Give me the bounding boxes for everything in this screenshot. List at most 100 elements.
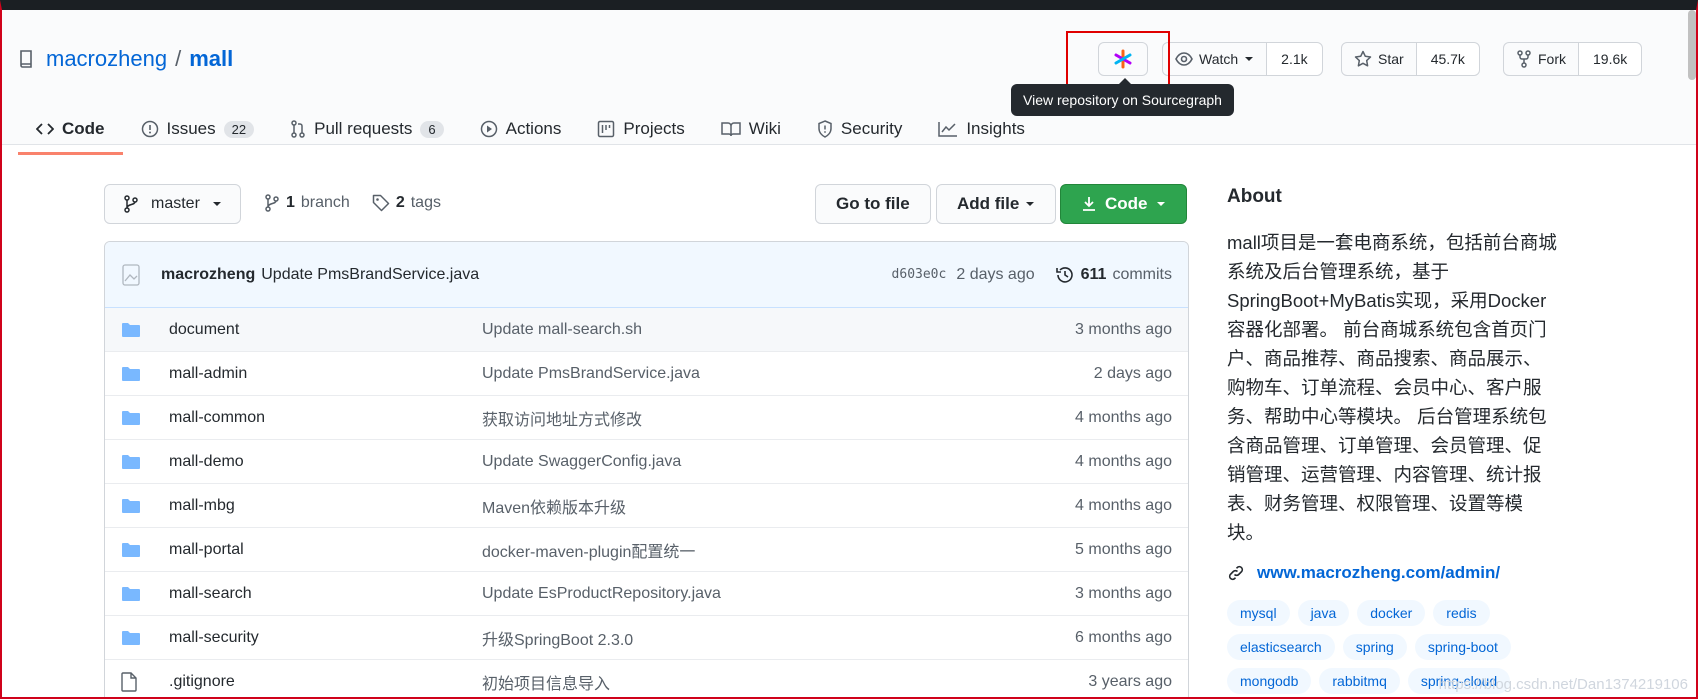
folder-icon — [121, 630, 145, 646]
branch-select-button[interactable]: master — [104, 184, 241, 224]
topic-tag[interactable]: rabbitmq — [1319, 668, 1400, 694]
star-toggle[interactable]: Star — [1342, 43, 1416, 75]
tab-wiki[interactable]: Wiki — [703, 104, 799, 154]
table-row[interactable]: .gitignore 初始项目信息导入 3 years ago — [105, 660, 1188, 699]
file-age: 4 months ago — [1075, 408, 1172, 426]
avatar[interactable] — [121, 260, 145, 290]
topic-tag[interactable]: spring — [1342, 634, 1407, 660]
table-row[interactable]: mall-common 获取访问地址方式修改 4 months ago — [105, 396, 1188, 440]
table-row[interactable]: mall-demo Update SwaggerConfig.java 4 mo… — [105, 440, 1188, 484]
pull-request-icon — [291, 120, 305, 138]
about-sidebar: About mall项目是一套电商系统，包括前台商城系统及后台管理系统，基于Sp… — [1227, 186, 1567, 694]
table-row[interactable]: mall-security 升级SpringBoot 2.3.0 6 month… — [105, 616, 1188, 660]
issue-icon — [141, 120, 158, 138]
commit-count-label: commits — [1112, 265, 1172, 283]
scrollbar[interactable] — [1688, 10, 1696, 80]
star-button[interactable]: Star 45.7k — [1341, 42, 1480, 76]
book-icon — [721, 122, 741, 137]
table-row[interactable]: mall-search Update EsProductRepository.j… — [105, 572, 1188, 616]
topic-tag[interactable]: mongodb — [1227, 668, 1312, 694]
tab-pull-requests[interactable]: Pull requests 6 — [272, 104, 462, 154]
table-row[interactable]: mall-admin Update PmsBrandService.java 2… — [105, 352, 1188, 396]
commit-message[interactable]: Update PmsBrandService.java — [261, 266, 891, 284]
repo-name-link[interactable]: mall — [189, 46, 233, 72]
highlight-box — [1066, 31, 1170, 87]
commits-link[interactable]: 611 commits — [1055, 266, 1172, 284]
about-title: About — [1227, 186, 1282, 207]
file-name[interactable]: .gitignore — [169, 673, 482, 691]
topic-tag[interactable]: elasticsearch — [1227, 634, 1335, 660]
fork-icon — [1517, 50, 1531, 68]
branch-icon — [124, 195, 138, 213]
watch-count[interactable]: 2.1k — [1266, 43, 1322, 75]
fork-label: Fork — [1538, 51, 1566, 67]
tab-projects[interactable]: Projects — [579, 104, 702, 154]
file-commit-message[interactable]: Update SwaggerConfig.java — [482, 453, 1032, 471]
tab-security[interactable]: Security — [799, 104, 920, 154]
file-commit-message[interactable]: 初始项目信息导入 — [482, 670, 1032, 694]
folder-icon — [121, 542, 145, 558]
tab-code[interactable]: Code — [18, 104, 123, 155]
branches-link[interactable]: 1 branch — [264, 194, 350, 212]
topic-tag[interactable]: java — [1297, 600, 1350, 626]
tags-link[interactable]: 2 tags — [372, 194, 441, 212]
commit-sha[interactable]: d603e0c — [892, 267, 947, 282]
table-row[interactable]: mall-mbg Maven依赖版本升级 4 months ago — [105, 484, 1188, 528]
file-name[interactable]: mall-admin — [169, 365, 482, 383]
go-to-file-button[interactable]: Go to file — [815, 184, 931, 224]
file-commit-message[interactable]: Update EsProductRepository.java — [482, 585, 1032, 603]
file-name[interactable]: mall-demo — [169, 453, 482, 471]
tab-issues[interactable]: Issues 22 — [123, 104, 273, 154]
watch-toggle[interactable]: Watch — [1163, 43, 1266, 75]
tab-actions[interactable]: Actions — [462, 104, 580, 154]
watch-label: Watch — [1199, 51, 1239, 67]
file-name[interactable]: mall-portal — [169, 541, 482, 559]
file-commit-message[interactable]: Update PmsBrandService.java — [482, 365, 1032, 383]
repo-icon — [20, 50, 32, 68]
watch-button[interactable]: Watch 2.1k — [1162, 42, 1323, 76]
repo-owner-link[interactable]: macrozheng — [46, 46, 167, 72]
topic-tag[interactable]: docker — [1357, 600, 1426, 626]
file-commit-message[interactable]: 升级SpringBoot 2.3.0 — [482, 626, 1032, 650]
code-label: Code — [1105, 194, 1148, 213]
table-row[interactable]: mall-portal docker-maven-plugin配置统一 5 mo… — [105, 528, 1188, 572]
graph-icon — [938, 122, 958, 137]
branch-name: master — [151, 195, 200, 212]
folder-icon — [121, 322, 145, 338]
star-count[interactable]: 45.7k — [1415, 43, 1479, 75]
chevron-down-icon — [1026, 202, 1035, 206]
fork-toggle[interactable]: Fork — [1504, 43, 1578, 75]
file-commit-message[interactable]: docker-maven-plugin配置统一 — [482, 538, 1032, 562]
homepage-url: www.macrozheng.com/admin/ — [1257, 563, 1501, 582]
repo-title: macrozheng / mall — [18, 46, 233, 72]
commit-age: 2 days ago — [956, 265, 1035, 283]
file-list: macrozheng Update PmsBrandService.java d… — [104, 241, 1189, 699]
file-commit-message[interactable]: 获取访问地址方式修改 — [482, 406, 1032, 430]
file-name[interactable]: mall-mbg — [169, 497, 482, 515]
code-download-button[interactable]: Code — [1060, 184, 1187, 224]
folder-icon — [121, 366, 145, 382]
sourcegraph-tooltip: View repository on Sourcegraph — [1011, 78, 1234, 116]
chevron-down-icon — [1156, 202, 1165, 206]
fork-button[interactable]: Fork 19.6k — [1503, 42, 1643, 76]
file-age: 3 months ago — [1075, 320, 1172, 338]
homepage-link[interactable]: www.macrozheng.com/admin/ — [1227, 563, 1567, 583]
latest-commit-bar: macrozheng Update PmsBrandService.java d… — [105, 242, 1188, 308]
tab-label: Projects — [623, 119, 685, 138]
topic-tag[interactable]: mysql — [1227, 600, 1290, 626]
file-commit-message[interactable]: Maven依赖版本升级 — [482, 494, 1032, 518]
add-file-button[interactable]: Add file — [936, 184, 1057, 224]
fork-count[interactable]: 19.6k — [1578, 43, 1642, 75]
table-row[interactable]: document Update mall-search.sh 3 months … — [105, 308, 1188, 352]
topic-tag[interactable]: redis — [1433, 600, 1490, 626]
file-name[interactable]: mall-search — [169, 585, 482, 603]
tab-label: Code — [62, 119, 105, 138]
star-label: Star — [1378, 51, 1404, 67]
tab-label: Insights — [966, 119, 1025, 138]
file-name[interactable]: document — [169, 321, 482, 339]
file-name[interactable]: mall-security — [169, 629, 482, 647]
topic-tag[interactable]: spring-boot — [1414, 634, 1511, 660]
file-name[interactable]: mall-common — [169, 409, 482, 427]
file-commit-message[interactable]: Update mall-search.sh — [482, 321, 1032, 339]
commit-author[interactable]: macrozheng — [161, 266, 255, 284]
